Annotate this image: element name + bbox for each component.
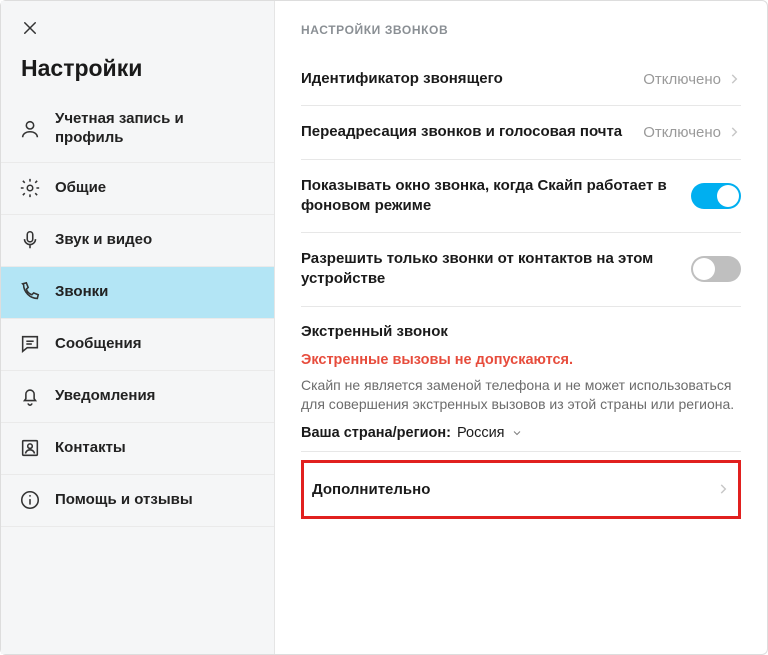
sidebar-item-label: Звонки (55, 283, 108, 302)
setting-label: Показывать окно звонка, когда Скайп рабо… (301, 176, 675, 217)
setting-value: Отключено (643, 124, 741, 141)
sidebar-item-account[interactable]: Учетная запись и профиль (1, 96, 274, 163)
settings-window: Настройки Учетная запись и профиль Общие… (0, 0, 768, 655)
setting-label: Разрешить только звонки от контактов на … (301, 249, 675, 290)
sidebar-item-label: Контакты (55, 439, 126, 458)
chevron-right-icon (716, 482, 730, 496)
sidebar-item-label: Звук и видео (55, 231, 152, 250)
bell-icon (19, 385, 41, 407)
sidebar-title: Настройки (21, 55, 254, 82)
sidebar-item-general[interactable]: Общие (1, 163, 274, 215)
country-value: Россия (457, 425, 505, 441)
info-icon (19, 489, 41, 511)
chevron-down-icon (511, 427, 523, 439)
sidebar-item-label: Общие (55, 179, 106, 198)
toggle-knob (717, 185, 739, 207)
sidebar-item-label: Учетная запись и профиль (55, 110, 256, 148)
sidebar: Настройки Учетная запись и профиль Общие… (1, 1, 275, 654)
country-label: Ваша страна/регион: (301, 425, 451, 441)
setting-label: Переадресация звонков и голосовая почта (301, 122, 627, 142)
sidebar-item-messaging[interactable]: Сообщения (1, 319, 274, 371)
sidebar-item-label: Сообщения (55, 335, 141, 354)
setting-show-window: Показывать окно звонка, когда Скайп рабо… (301, 160, 741, 234)
emergency-title: Экстренный звонок (301, 323, 741, 340)
message-icon (19, 333, 41, 355)
country-selector[interactable]: Ваша страна/регион: Россия (301, 425, 741, 452)
setting-label: Идентификатор звонящего (301, 69, 627, 89)
chevron-right-icon (727, 72, 741, 86)
phone-icon (19, 281, 41, 303)
close-icon[interactable] (21, 19, 39, 37)
emergency-warning: Экстренные вызовы не допускаются. (301, 352, 741, 368)
sidebar-item-help[interactable]: Помощь и отзывы (1, 475, 274, 527)
value-text: Отключено (643, 124, 721, 141)
toggle-knob (693, 258, 715, 280)
contacts-icon (19, 437, 41, 459)
sidebar-item-notifications[interactable]: Уведомления (1, 371, 274, 423)
toggle-show-window[interactable] (691, 183, 741, 209)
sidebar-item-label: Помощь и отзывы (55, 491, 193, 510)
setting-contacts-only: Разрешить только звонки от контактов на … (301, 233, 741, 307)
emergency-note: Скайп не является заменой телефона и не … (301, 376, 741, 415)
setting-caller-id[interactable]: Идентификатор звонящего Отключено (301, 53, 741, 106)
main-content: НАСТРОЙКИ ЗВОНКОВ Идентификатор звонящег… (275, 1, 767, 654)
gear-icon (19, 177, 41, 199)
sidebar-items: Учетная запись и профиль Общие Звук и ви… (1, 96, 274, 527)
microphone-icon (19, 229, 41, 251)
setting-forwarding[interactable]: Переадресация звонков и голосовая почта … (301, 106, 741, 159)
sidebar-item-audio-video[interactable]: Звук и видео (1, 215, 274, 267)
emergency-block: Экстренный звонок Экстренные вызовы не д… (301, 307, 741, 452)
setting-value: Отключено (643, 71, 741, 88)
sidebar-item-contacts[interactable]: Контакты (1, 423, 274, 475)
toggle-contacts-only[interactable] (691, 256, 741, 282)
sidebar-item-label: Уведомления (55, 387, 155, 406)
value-text: Отключено (643, 71, 721, 88)
section-title: НАСТРОЙКИ ЗВОНКОВ (301, 23, 741, 37)
sidebar-item-calling[interactable]: Звонки (1, 267, 274, 319)
sidebar-header: Настройки (1, 1, 274, 96)
person-icon (19, 118, 41, 140)
setting-advanced[interactable]: Дополнительно (301, 460, 741, 519)
advanced-label: Дополнительно (312, 481, 430, 498)
chevron-right-icon (727, 125, 741, 139)
